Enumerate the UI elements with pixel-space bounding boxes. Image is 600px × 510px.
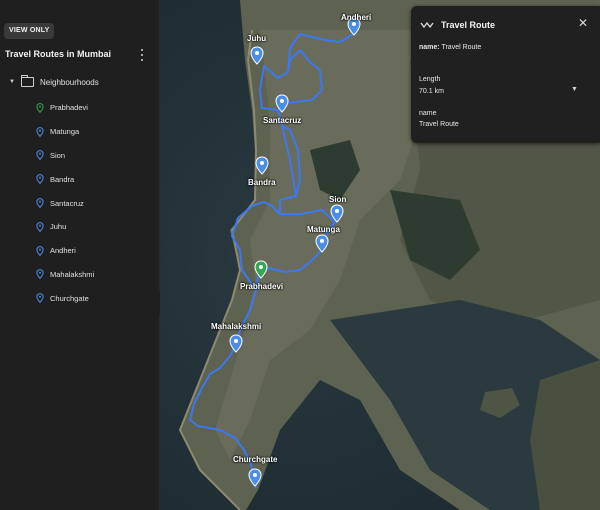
name-row: name: Travel Route	[419, 44, 481, 51]
length-label: Length	[419, 76, 441, 83]
pin-icon	[36, 245, 44, 256]
folder-label: Neighbourhoods	[40, 77, 99, 87]
list-item-label: Churchgate	[50, 293, 89, 303]
list-item-mahalakshmi[interactable]: Mahalakshmi	[36, 263, 94, 287]
list-item-label: Andheri	[50, 246, 76, 256]
pin-icon	[36, 126, 44, 137]
map-label-matunga: Matunga	[307, 225, 340, 234]
list-item-prabhadevi[interactable]: Prabhadevi	[36, 96, 94, 120]
list-item-label: Sion	[50, 150, 66, 160]
view-only-badge: VIEW ONLY	[4, 23, 55, 39]
pin-icon	[36, 269, 44, 280]
pin-icon	[36, 103, 44, 113]
pin-icon	[36, 221, 44, 232]
caret-down-icon[interactable]: ▼	[9, 79, 21, 85]
list-item-andheri[interactable]: Andheri	[36, 239, 94, 263]
close-icon[interactable]: ✕	[578, 17, 588, 29]
list-item-juhu[interactable]: Juhu	[36, 215, 94, 239]
card-title: Travel Route	[441, 20, 496, 30]
map-label-santacruz: Santacruz	[263, 116, 302, 125]
folder-neighbourhoods[interactable]: ▼ Neighbourhoods	[9, 75, 99, 87]
list-item-santacruz[interactable]: Santacruz	[36, 191, 94, 215]
map-label-prabhadevi: Prabhadevi	[240, 282, 284, 291]
list-item-churchgate[interactable]: Churchgate	[36, 286, 94, 310]
name-field-label: name	[419, 110, 437, 117]
pin-icon	[36, 174, 44, 185]
list-item-label: Juhu	[50, 222, 67, 232]
route-icon	[420, 21, 434, 29]
name-field-value: Travel Route	[419, 121, 459, 128]
list-item-matunga[interactable]: Matunga	[36, 120, 94, 144]
map-label-andheri: Andheri	[341, 13, 372, 22]
route-info-card: Travel Route ✕ name: Travel Route Length…	[411, 6, 600, 143]
list-item-bandra[interactable]: Bandra	[36, 167, 94, 191]
list-item-label: Bandra	[50, 174, 75, 184]
project-more-icon[interactable]	[137, 49, 147, 61]
map-label-mahalakshmi: Mahalakshmi	[211, 322, 262, 331]
list-item-sion[interactable]: Sion	[36, 144, 94, 168]
pin-icon	[36, 198, 44, 209]
length-value: 70.1 km	[419, 88, 444, 95]
pin-icon	[36, 293, 44, 304]
map-label-churchgate: Churchgate	[233, 455, 278, 464]
map-label-juhu: Juhu	[247, 34, 267, 43]
folder-icon	[21, 75, 34, 87]
sidebar: VIEW ONLY Travel Routes in Mumbai ▼ Neig…	[0, 0, 160, 510]
neighbourhood-list: Prabhadevi Matunga Sion Bandra Santacruz…	[36, 96, 94, 310]
map-label-bandra: Bandra	[248, 178, 276, 187]
map-label-sion: Sion	[329, 195, 347, 204]
list-item-label: Prabhadevi	[50, 103, 88, 113]
list-item-label: Matunga	[50, 127, 80, 137]
chevron-down-icon[interactable]: ▼	[571, 86, 578, 93]
docks-area	[530, 360, 600, 510]
list-item-label: Mahalakshmi	[50, 269, 95, 279]
pin-icon	[36, 150, 44, 161]
name-value: Travel Route	[441, 44, 482, 51]
list-item-label: Santacruz	[50, 198, 84, 208]
project-title: Travel Routes in Mumbai	[5, 49, 112, 59]
name-key: name:	[419, 44, 440, 51]
